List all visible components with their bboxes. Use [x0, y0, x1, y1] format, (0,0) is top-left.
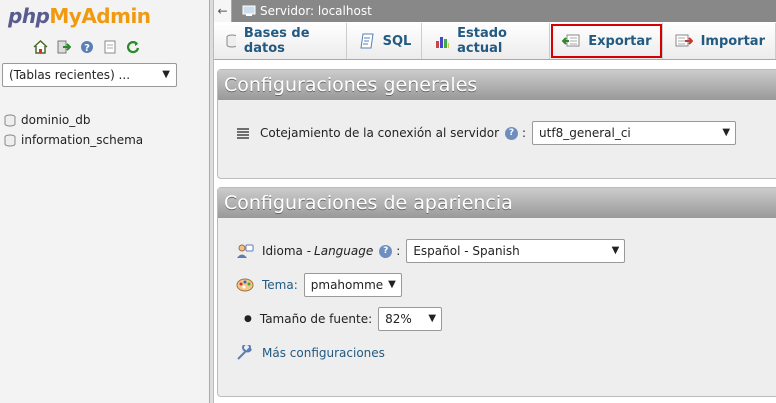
- appearance-settings-panel: Configuraciones de apariencia Idioma - L…: [217, 187, 776, 397]
- tab-label: Bases de datos: [243, 26, 310, 56]
- theme-select[interactable]: pmahomme ▼: [303, 273, 402, 297]
- database-item[interactable]: dominio_db: [4, 110, 143, 130]
- chevron-down-icon: ▼: [722, 127, 731, 138]
- tab-label: Estado actual: [457, 26, 507, 56]
- database-icon: [4, 134, 16, 146]
- language-value: Español - Spanish: [413, 244, 520, 258]
- collapse-nav-button[interactable]: ←: [214, 0, 232, 22]
- appearance-settings-title: Configuraciones de apariencia: [218, 188, 776, 218]
- theme-row: Tema: pmahomme ▼: [236, 273, 402, 297]
- arrow-left-icon: ←: [217, 4, 228, 18]
- import-icon: [675, 34, 693, 47]
- collation-select[interactable]: utf8_general_ci ▼: [532, 121, 737, 145]
- status-icon: [436, 37, 450, 48]
- collation-colon: :: [522, 126, 527, 140]
- palette-icon: [236, 278, 254, 292]
- font-size-row: ● Tamaño de fuente: 82% ▼: [244, 307, 443, 331]
- logout-icon[interactable]: [55, 38, 72, 55]
- main-content: Configuraciones generales Cotejamiento d…: [214, 61, 776, 403]
- top-menu-tabs: Bases de datos SQL Estado actual Exporta…: [214, 22, 776, 60]
- collation-row: Cotejamiento de la conexión al servidor …: [236, 121, 737, 145]
- language-row: Idioma - Language ? : Español - Spanish …: [236, 239, 626, 263]
- phpmyadmin-logo[interactable]: phpMyAdmin: [8, 4, 151, 28]
- tab-label: Importar: [700, 33, 765, 49]
- export-icon: [562, 34, 580, 47]
- database-list: dominio_db information_schema: [4, 110, 143, 150]
- help-icon[interactable]: ?: [379, 244, 393, 258]
- language-label: Idioma -: [262, 244, 312, 258]
- tab-export[interactable]: Exportar: [550, 23, 663, 59]
- database-icon: [4, 114, 16, 126]
- help-icon[interactable]: ?: [505, 126, 518, 140]
- server-breadcrumb[interactable]: Servidor: localhost: [242, 4, 372, 18]
- language-colon: :: [396, 244, 401, 258]
- chevron-down-icon: ▼: [162, 69, 170, 80]
- language-select[interactable]: Español - Spanish ▼: [406, 239, 626, 263]
- tab-sql[interactable]: SQL: [346, 23, 423, 59]
- collation-icon: [237, 128, 249, 139]
- server-label: Servidor: localhost: [260, 4, 372, 18]
- server-breadcrumb-bar: ← Servidor: localhost: [214, 0, 776, 22]
- database-item[interactable]: information_schema: [4, 130, 143, 150]
- language-label-english: Language: [314, 244, 374, 258]
- tab-databases[interactable]: Bases de datos: [214, 23, 347, 59]
- sql-icon: [360, 33, 374, 49]
- database-name[interactable]: information_schema: [21, 133, 143, 147]
- more-settings-row: Más configuraciones: [236, 345, 385, 361]
- font-size-select[interactable]: 82% ▼: [378, 307, 443, 331]
- tab-status[interactable]: Estado actual: [422, 23, 551, 59]
- general-settings-title: Configuraciones generales: [218, 70, 776, 100]
- home-icon[interactable]: [32, 38, 49, 55]
- recent-tables-value: (Tablas recientes) ...: [9, 68, 131, 82]
- tab-label: SQL: [382, 33, 412, 49]
- tab-import[interactable]: Importar: [662, 23, 776, 59]
- theme-link[interactable]: Tema:: [262, 278, 298, 292]
- chevron-down-icon: ▼: [388, 279, 396, 290]
- general-settings-panel: Configuraciones generales Cotejamiento d…: [217, 69, 776, 179]
- reload-icon[interactable]: [124, 38, 141, 55]
- bullet-icon: ●: [244, 314, 252, 324]
- help-icon[interactable]: ?: [78, 38, 95, 55]
- server-icon: [242, 5, 256, 16]
- theme-value: pmahomme: [310, 278, 384, 292]
- collation-value: utf8_general_ci: [539, 126, 631, 140]
- database-name[interactable]: dominio_db: [21, 113, 91, 127]
- chevron-down-icon: ▼: [428, 313, 437, 324]
- language-icon: [237, 244, 254, 258]
- documentation-icon[interactable]: [101, 38, 118, 55]
- chevron-down-icon: ▼: [611, 245, 620, 256]
- nav-icon-row: ?: [32, 38, 141, 55]
- recent-tables-select[interactable]: (Tablas recientes) ... ▼: [2, 63, 177, 87]
- navigation-panel: phpMyAdmin ? (Tablas recientes) ... ▼ do…: [0, 0, 210, 403]
- font-size-label: Tamaño de fuente:: [259, 312, 373, 326]
- font-size-value: 82%: [385, 312, 412, 326]
- database-icon: [226, 34, 236, 48]
- wrench-icon: [237, 345, 252, 360]
- svg-text:?: ?: [84, 43, 90, 54]
- more-settings-link[interactable]: Más configuraciones: [262, 346, 385, 360]
- collation-label: Cotejamiento de la conexión al servidor: [260, 126, 499, 140]
- tab-label: Exportar: [588, 33, 652, 49]
